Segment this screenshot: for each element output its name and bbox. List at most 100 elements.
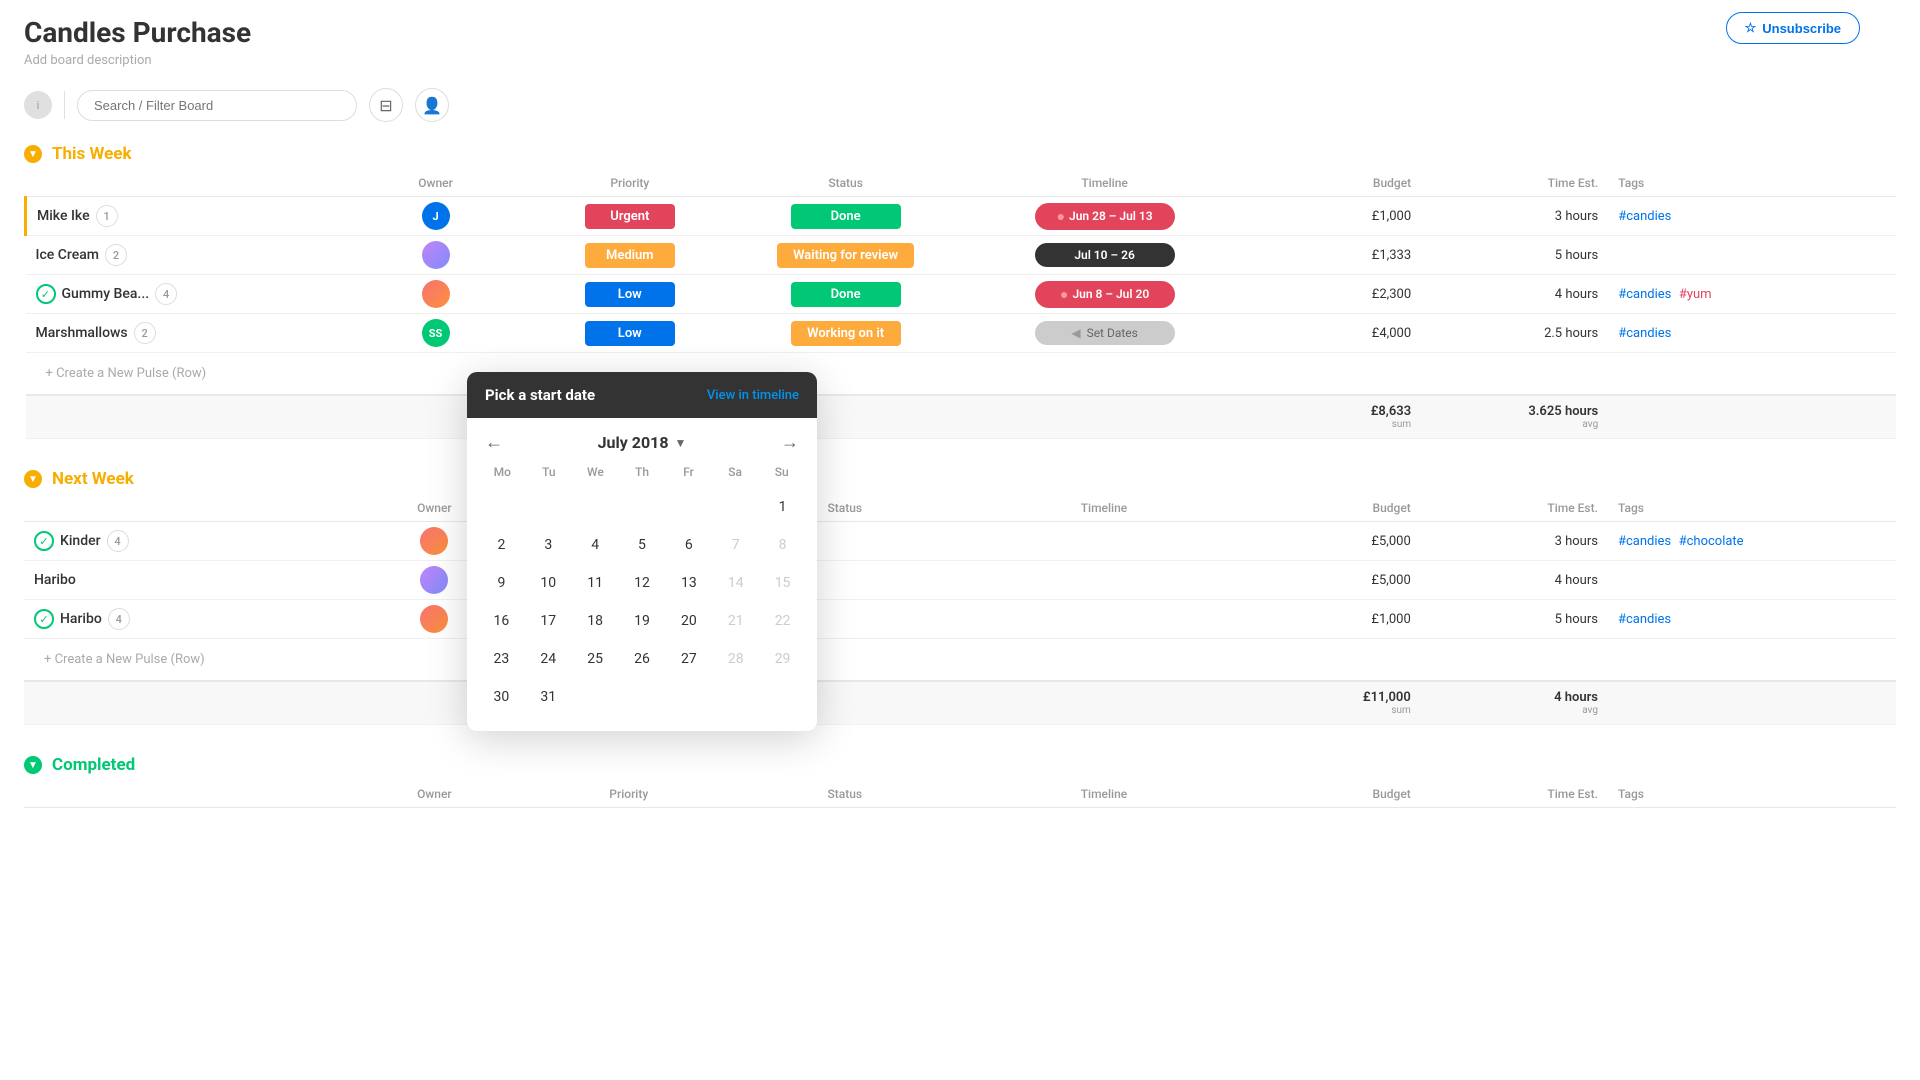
priority-badge[interactable]: Urgent: [585, 204, 675, 229]
add-row-button[interactable]: + Create a New Pulse (Row): [34, 644, 1886, 675]
calendar-day[interactable]: 6: [671, 527, 707, 563]
next-week-header: ▼ Next Week: [0, 459, 1920, 495]
calendar-day[interactable]: 30: [483, 679, 519, 715]
priority-badge[interactable]: Low: [585, 282, 675, 307]
summary-empty2: [961, 395, 1249, 439]
next-week-header-row: Owner Priority Status Timeline Budget Ti…: [24, 495, 1896, 522]
calendar-day[interactable]: 5: [624, 527, 660, 563]
row-item-cell: Marshmallows 2: [26, 314, 343, 353]
calendar-day[interactable]: 3: [530, 527, 566, 563]
calendar-dropdown-icon[interactable]: ▼: [675, 436, 687, 450]
row-item-name: ✓ Gummy Bea... 4: [36, 283, 333, 305]
timeest-value: 2.5 hours: [1544, 326, 1598, 341]
priority-badge[interactable]: Low: [585, 321, 675, 346]
add-row-button[interactable]: + Create a New Pulse (Row): [36, 358, 1887, 389]
tag[interactable]: #candies: [1618, 612, 1671, 627]
tag[interactable]: #candies: [1618, 534, 1671, 549]
priority-badge[interactable]: Medium: [585, 243, 675, 268]
row-timeest-cell: 5 hours: [1421, 600, 1608, 639]
row-budget-cell: £2,300: [1248, 275, 1421, 314]
day-header-su: Su: [758, 459, 805, 485]
tag-pink[interactable]: #yum: [1679, 287, 1712, 302]
calendar-day[interactable]: 11: [577, 565, 613, 601]
timeline-badge[interactable]: ● Jun 28 – Jul 13: [1035, 203, 1175, 230]
row-timeest-cell: 4 hours: [1421, 561, 1608, 600]
calendar-day[interactable]: 9: [483, 565, 519, 601]
next-week-section: ▼ Next Week Owner Priority Status Timeli…: [0, 459, 1920, 725]
search-input[interactable]: [77, 90, 357, 121]
row-name: Marshmallows: [36, 325, 128, 341]
budget-value: £1,333: [1372, 248, 1411, 263]
calendar-day[interactable]: 10: [530, 565, 566, 601]
calendar-day[interactable]: 12: [624, 565, 660, 601]
col-item-header: [26, 170, 343, 197]
summary-timeest-cell: 3.625 hours avg: [1421, 395, 1608, 439]
calendar-day[interactable]: 4: [577, 527, 613, 563]
calendar-nav: ← July 2018 ▼ →: [467, 418, 817, 459]
timeline-badge[interactable]: Jul 10 – 26: [1035, 243, 1175, 267]
col-owner-header: Owner: [342, 170, 529, 197]
owner-cell: [352, 280, 519, 308]
row-item-cell: Ice Cream 2: [26, 236, 343, 275]
row-timeest-cell: 5 hours: [1421, 236, 1608, 275]
col-item-header: [24, 781, 341, 808]
row-tags-cell: #candies #yum: [1608, 275, 1896, 314]
calendar-day[interactable]: 2: [483, 527, 519, 563]
timeest-value: 5 hours: [1555, 248, 1598, 263]
calendar-day[interactable]: 24: [530, 641, 566, 677]
calendar-day[interactable]: 1: [765, 489, 801, 525]
tag[interactable]: #candies: [1618, 209, 1671, 224]
this-week-table-container: Owner Priority Status Timeline Budget Ti…: [0, 170, 1920, 439]
calendar-day[interactable]: 16: [483, 603, 519, 639]
table-row: Marshmallows 2 SS Low Working on it: [26, 314, 1897, 353]
prev-month-button[interactable]: ←: [485, 432, 503, 453]
unsubscribe-button[interactable]: ☆ Unsubscribe: [1726, 12, 1860, 44]
calendar-day[interactable]: 27: [671, 641, 707, 677]
tag[interactable]: #candies: [1618, 287, 1671, 302]
this-week-toggle[interactable]: ▼: [24, 145, 42, 163]
calendar-day: 14: [718, 565, 754, 601]
budget-value: £1,000: [1371, 612, 1410, 627]
calendar-day[interactable]: 17: [530, 603, 566, 639]
calendar-day[interactable]: 19: [624, 603, 660, 639]
summary-empty2: [960, 681, 1248, 725]
calendar-title: Pick a start date: [485, 386, 595, 404]
tag[interactable]: #candies: [1618, 326, 1671, 341]
calendar-day[interactable]: 18: [577, 603, 613, 639]
table-row: ✓ Haribo 4 Low: [24, 600, 1896, 639]
timeline-badge[interactable]: ● Jun 8 – Jul 20: [1035, 281, 1175, 308]
next-week-title: Next Week: [52, 469, 134, 489]
status-badge[interactable]: Working on it: [791, 321, 901, 346]
month-year-text: July 2018: [598, 433, 669, 452]
summary-timeest-label: avg: [1431, 705, 1598, 716]
calendar-day[interactable]: 20: [671, 603, 707, 639]
calendar-day[interactable]: 23: [483, 641, 519, 677]
summary-budget-cell: £11,000 sum: [1248, 681, 1421, 725]
view-timeline-link[interactable]: View in timeline: [707, 388, 799, 403]
status-badge[interactable]: Waiting for review: [777, 243, 914, 268]
completed-toggle[interactable]: ▼: [24, 756, 42, 774]
person-icon[interactable]: 👤: [415, 88, 449, 122]
calendar-day[interactable]: 31: [530, 679, 566, 715]
calendar-day[interactable]: 25: [577, 641, 613, 677]
budget-value: £4,000: [1372, 326, 1411, 341]
row-timeest-cell: 3 hours: [1421, 197, 1608, 236]
page-description[interactable]: Add board description: [24, 53, 1896, 68]
set-dates-badge[interactable]: ◀ Set Dates: [1035, 321, 1175, 345]
tag2[interactable]: #chocolate: [1679, 534, 1744, 549]
add-row-cell: + Create a New Pulse (Row): [24, 639, 1896, 682]
status-badge[interactable]: Done: [791, 282, 901, 307]
status-badge[interactable]: Done: [791, 204, 901, 229]
next-week-toggle[interactable]: ▼: [24, 470, 42, 488]
col-budget-header: Budget: [1248, 170, 1421, 197]
filter-icon[interactable]: ⊟: [369, 88, 403, 122]
row-item-cell: ✓ Haribo 4: [24, 600, 341, 639]
calendar-days-header: Mo Tu We Th Fr Sa Su: [479, 459, 805, 485]
col-timeest-header: Time Est.: [1421, 170, 1608, 197]
calendar-day[interactable]: 26: [624, 641, 660, 677]
toolbar: i ⊟ 👤: [0, 76, 1920, 134]
next-month-button[interactable]: →: [781, 432, 799, 453]
month-year-display: July 2018 ▼: [598, 433, 687, 452]
calendar-day[interactable]: 13: [671, 565, 707, 601]
col-status-header: Status: [731, 170, 961, 197]
